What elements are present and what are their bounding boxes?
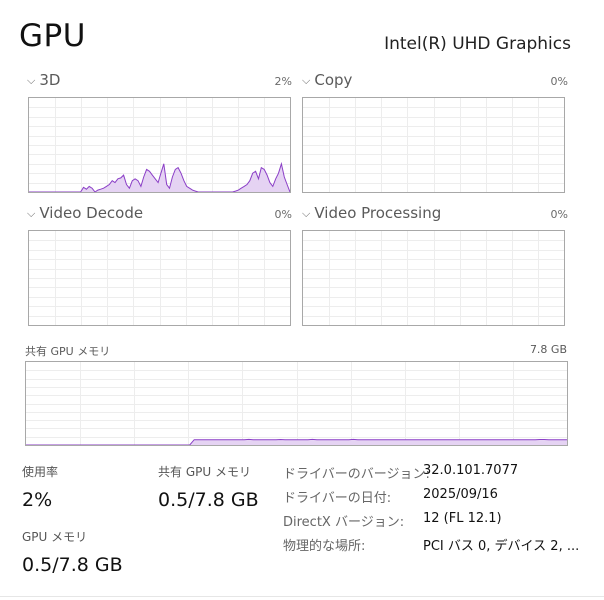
driver-date-key: ドライバーの日付: xyxy=(283,491,392,506)
chevron-down-icon[interactable]: ⌵ xyxy=(27,207,35,220)
graph-percent-video-processing: 0% xyxy=(550,208,568,221)
graph-header-video-processing[interactable]: ⌵ Video Processing xyxy=(302,204,441,222)
graph-canvas xyxy=(29,98,290,192)
graph-percent-video-decode: 0% xyxy=(274,208,292,221)
shared-memory-total: 7.8 GB xyxy=(529,343,567,356)
series-area xyxy=(26,439,567,445)
gpu-memory-label: GPU メモリ xyxy=(22,530,88,544)
graph-video-decode xyxy=(28,230,291,326)
shared-gpu-memory-label: 共有 GPU メモリ xyxy=(158,465,251,479)
chevron-down-icon[interactable]: ⌵ xyxy=(27,74,35,87)
graph-canvas xyxy=(303,98,564,192)
graph-video-processing xyxy=(302,230,565,326)
graph-copy xyxy=(302,97,565,193)
graph-label-video-decode: Video Decode xyxy=(39,204,144,222)
graph-label-3d: 3D xyxy=(39,71,61,89)
graph-canvas xyxy=(29,231,290,325)
driver-version-key: ドライバーのバージョン: xyxy=(283,467,430,482)
bottom-divider xyxy=(0,596,604,597)
shared-memory-label: 共有 GPU メモリ xyxy=(25,345,111,358)
graph-label-copy: Copy xyxy=(314,71,353,89)
directx-version-value: 12 (FL 12.1) xyxy=(423,511,502,526)
driver-version-value: 32.0.101.7077 xyxy=(423,463,519,478)
graph-3d xyxy=(28,97,291,193)
graph-canvas xyxy=(303,231,564,325)
chevron-down-icon[interactable]: ⌵ xyxy=(302,74,310,87)
graph-label-video-processing: Video Processing xyxy=(314,204,442,222)
driver-date-value: 2025/09/16 xyxy=(423,487,498,502)
graph-percent-3d: 2% xyxy=(274,75,292,88)
directx-version-key: DirectX バージョン: xyxy=(283,515,405,530)
graph-percent-copy: 0% xyxy=(550,75,568,88)
gpu-memory-value: 0.5/7.8 GB xyxy=(22,554,123,576)
utilization-value: 2% xyxy=(22,489,53,511)
graph-header-3d[interactable]: ⌵ 3D xyxy=(27,71,60,89)
page-title: GPU xyxy=(19,18,86,54)
device-name: Intel(R) UHD Graphics xyxy=(384,34,571,54)
graph-header-video-decode[interactable]: ⌵ Video Decode xyxy=(27,204,143,222)
chevron-down-icon[interactable]: ⌵ xyxy=(302,207,310,220)
graph-header-copy[interactable]: ⌵ Copy xyxy=(302,71,352,89)
physical-location-value: PCI バス 0, デバイス 2, ... xyxy=(423,539,580,554)
graph-shared-memory xyxy=(25,361,568,446)
shared-gpu-memory-value: 0.5/7.8 GB xyxy=(158,489,259,511)
graph-canvas xyxy=(26,362,567,445)
physical-location-key: 物理的な場所: xyxy=(283,539,366,554)
utilization-label: 使用率 xyxy=(22,465,59,479)
